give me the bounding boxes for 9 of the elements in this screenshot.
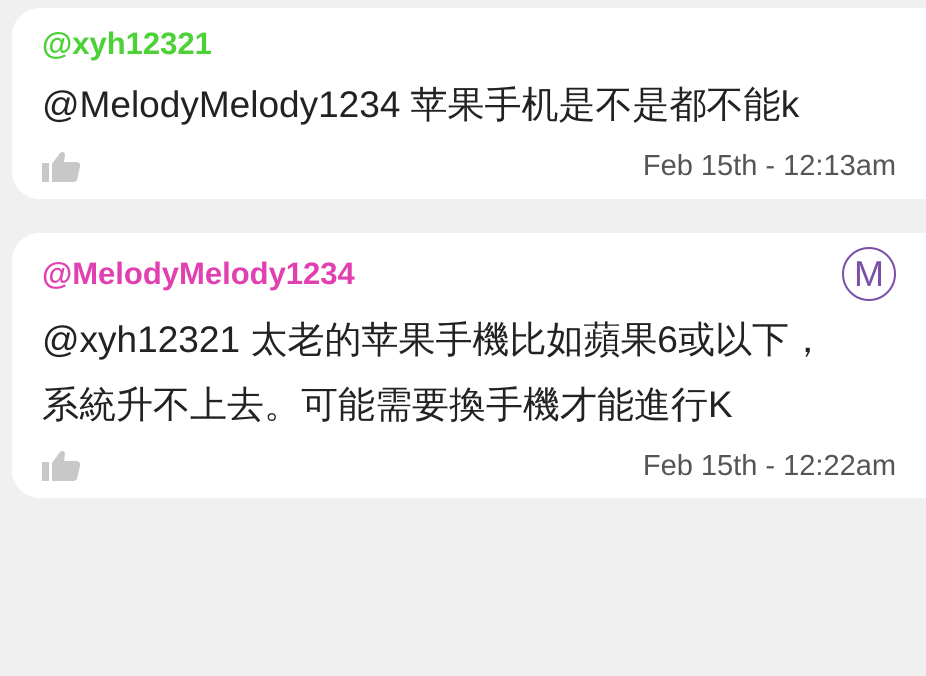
username[interactable]: @MelodyMelody1234 [42, 252, 355, 296]
timestamp: Feb 15th - 12:13am [642, 149, 896, 184]
avatar[interactable]: M [842, 246, 896, 300]
message-text: @MelodyMelody1234 苹果手机是不是都不能k [42, 83, 800, 127]
timestamp: Feb 15th - 12:22am [642, 448, 896, 484]
thumbs-up-icon[interactable] [42, 150, 82, 184]
thumbs-up-icon[interactable] [42, 449, 82, 484]
username[interactable]: @xyh12321 [42, 22, 212, 66]
message-text: @xyh12321 太老的苹果手機比如蘋果6或以下，系統升不上去。可能需要換手機才能進行K [42, 318, 827, 426]
